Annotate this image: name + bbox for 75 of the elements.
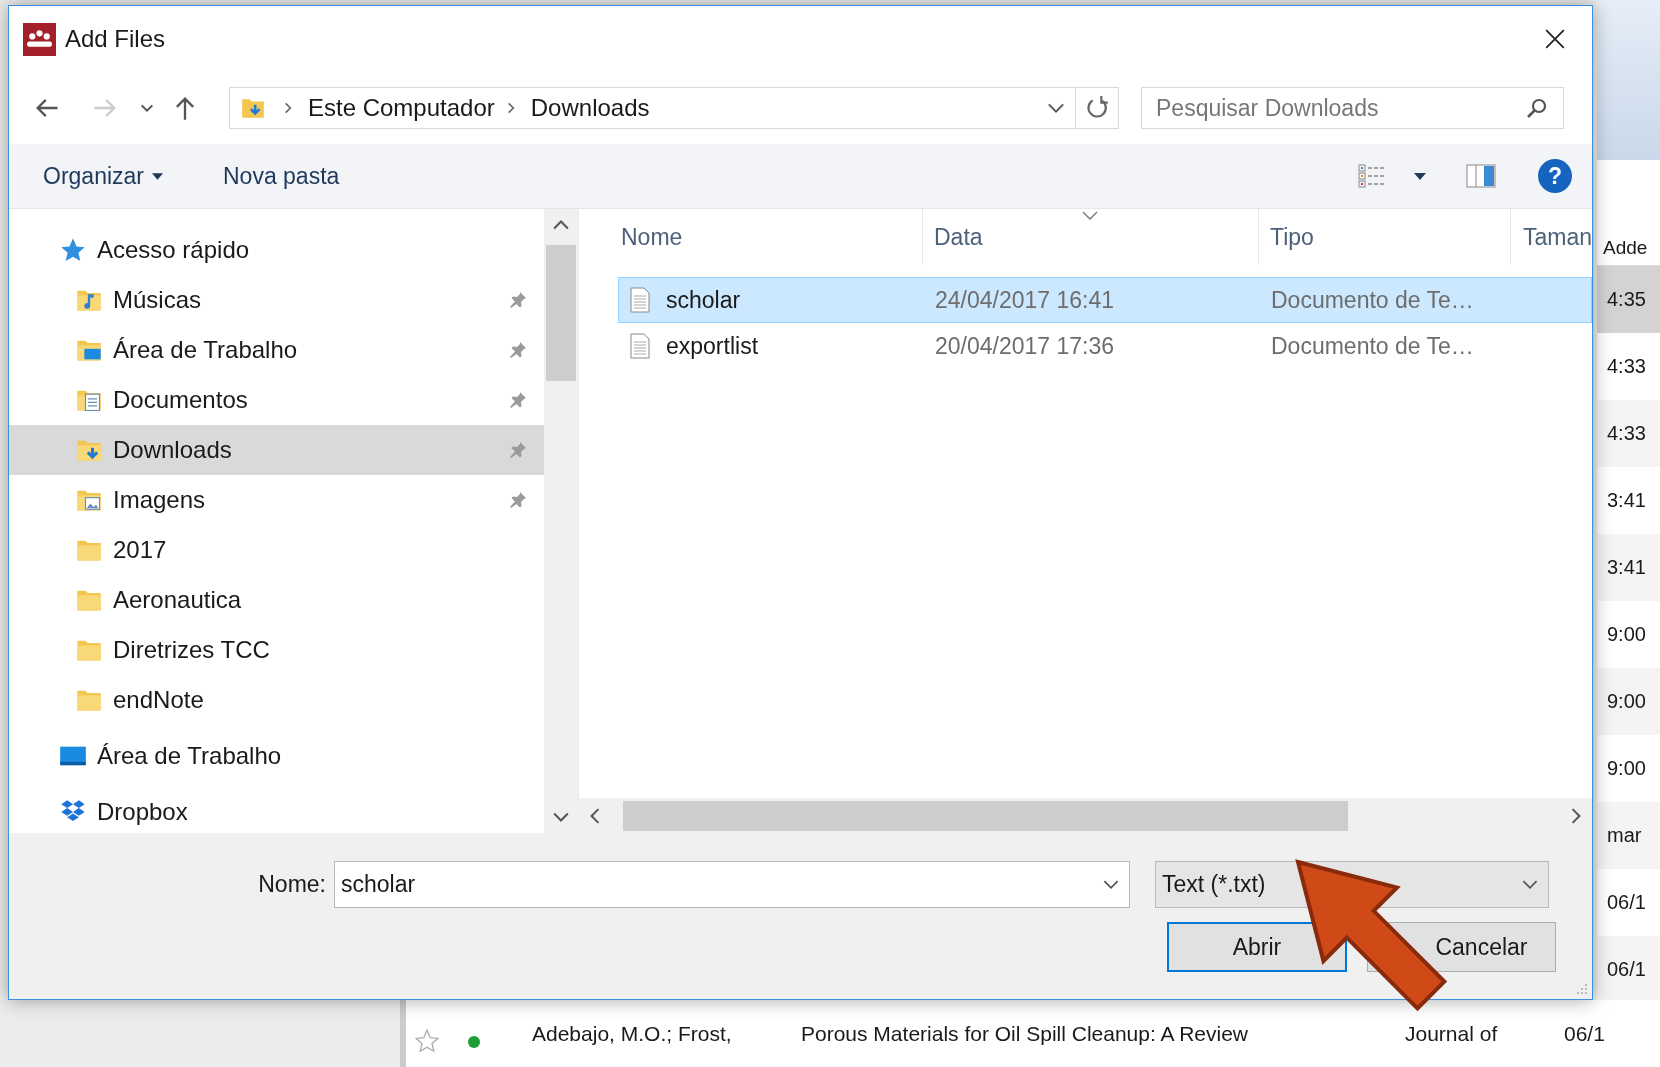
file-name: scholar [666, 286, 741, 314]
sidebar-item[interactable]: Músicas [9, 275, 544, 325]
address-bar[interactable]: Este Computador Downloads [229, 87, 1119, 129]
scrollbar[interactable] [579, 798, 1592, 833]
pin-icon[interactable] [508, 340, 528, 360]
file-name: exportlist [666, 332, 759, 360]
chevron-down-icon[interactable] [1103, 879, 1119, 890]
sidebar-item[interactable]: 2017 [9, 525, 544, 575]
chevron-right-icon[interactable] [1570, 807, 1582, 824]
resize-grip-icon[interactable] [1576, 983, 1588, 995]
file-type: Documento de Te… [1270, 332, 1474, 360]
field-label: Nome: [257, 871, 327, 898]
breadcrumb-item[interactable]: Downloads [530, 94, 650, 122]
table-cell: 06/1 [1597, 936, 1660, 1000]
scrollbar-thumb[interactable] [546, 245, 576, 381]
column-header[interactable]: Tipo [1258, 209, 1511, 265]
chevron-up-icon[interactable] [553, 219, 569, 231]
table-cell-text: Adebajo, M.O.; Frost, [532, 1022, 733, 1046]
sidebar-item[interactable]: Documentos [9, 375, 544, 425]
column-header[interactable]: Nome [618, 209, 923, 265]
table-cell: 4:33 [1597, 400, 1660, 467]
text-file-icon [630, 287, 650, 313]
scrollbar[interactable] [544, 209, 578, 833]
file-type: Documento de Te… [1270, 286, 1474, 314]
table-cell-text: Journal of [1405, 1022, 1499, 1046]
star-icon[interactable] [414, 1028, 440, 1054]
window-title: Add Files [65, 25, 166, 53]
close-icon[interactable] [1544, 28, 1566, 50]
sidebar-item[interactable]: Downloads [9, 425, 544, 475]
sidebar-item[interactable]: Dropbox [9, 787, 544, 833]
sidebar-item[interactable]: endNote [9, 675, 544, 725]
chevron-down-icon [1522, 879, 1538, 890]
sort-chevron-icon [1082, 211, 1098, 220]
file-row[interactable]: scholar 24/04/2017 16:41 Documento de Te… [618, 277, 1592, 323]
table-cell-text: Porous Materials for Oil Spill Cleanup: A Review [801, 1022, 1250, 1046]
sidebar-item[interactable]: Área de Trabalho [9, 731, 544, 781]
sidebar-item[interactable]: Acesso rápido [9, 225, 544, 275]
sidebar-item[interactable]: Diretrizes TCC [9, 625, 544, 675]
new-folder-button[interactable]: Nova pasta [211, 156, 352, 196]
search-box[interactable]: Pesquisar Downloads [1141, 87, 1564, 129]
column-header[interactable]: Taman [1510, 209, 1592, 265]
search-field[interactable]: Pesquisar Downloads [1142, 93, 1525, 123]
chevron-left-icon[interactable] [589, 807, 601, 824]
help-button[interactable]: ? [1538, 159, 1572, 193]
sidebar-item[interactable]: Aeronautica [9, 575, 544, 625]
refresh-icon[interactable] [1084, 95, 1110, 121]
search-icon [1525, 96, 1549, 120]
breadcrumb-item[interactable]: Este Computador [308, 94, 495, 122]
pin-icon[interactable] [508, 290, 528, 310]
file-name-combo-box[interactable]: scholar [334, 861, 1130, 908]
pin-icon[interactable] [508, 390, 528, 410]
preview-pane-icon[interactable] [1466, 164, 1496, 188]
file-date: 20/04/2017 17:36 [934, 332, 1116, 360]
column-header[interactable]: Data [923, 209, 1259, 265]
caret-icon [152, 172, 163, 180]
table-cell: 9:00 [1597, 668, 1660, 735]
app-logo-icon [23, 22, 56, 56]
pin-icon[interactable] [508, 490, 528, 510]
table-cell: 3:41 [1597, 534, 1660, 601]
table-cell: mar [1597, 802, 1660, 869]
file-row[interactable]: exportlist 20/04/2017 17:36 Documento de Te… [618, 323, 1592, 369]
organize-menu-button[interactable]: Organizar [31, 156, 175, 196]
chevron-right-icon[interactable] [282, 101, 294, 115]
file-date: 24/04/2017 16:41 [934, 286, 1116, 314]
chevron-down-icon[interactable] [1047, 102, 1065, 114]
table-cell: 4:35 [1597, 266, 1660, 333]
star-icon [59, 236, 87, 264]
caret-down-icon[interactable] [1414, 172, 1426, 180]
file-name-field[interactable]: scholar [335, 870, 1103, 899]
table-cell: 06/1 [1564, 1022, 1605, 1046]
text-file-icon [630, 333, 650, 359]
sidebar-item[interactable]: Área de Trabalho [9, 325, 544, 375]
chevron-down-icon[interactable] [553, 811, 569, 823]
sidebar-item[interactable]: Imagens [9, 475, 544, 525]
scrollbar-thumb[interactable] [623, 800, 1348, 831]
